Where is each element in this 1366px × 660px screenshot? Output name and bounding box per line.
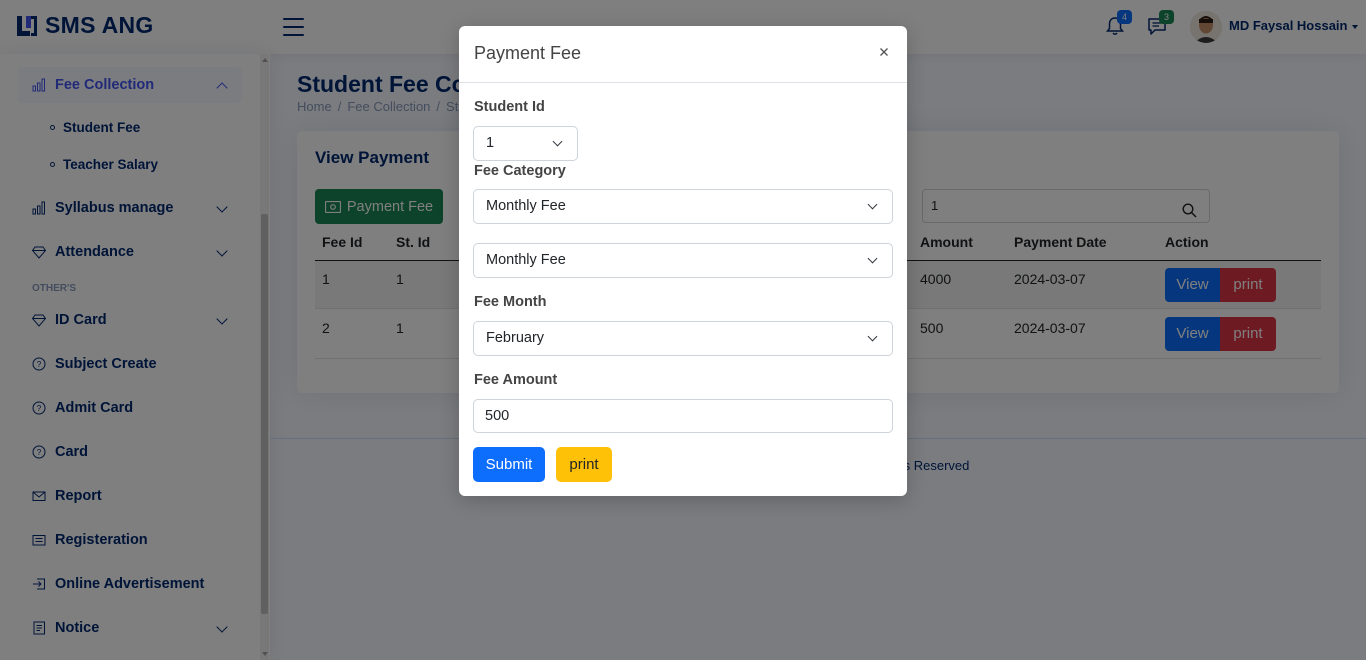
fee-type-select[interactable]: Monthly Fee	[473, 243, 893, 278]
fee-amount-label: Fee Amount	[474, 372, 558, 388]
close-icon[interactable]	[877, 44, 891, 58]
chevron-down-icon	[867, 331, 878, 342]
fee-month-value: February	[486, 330, 545, 346]
fee-category-label: Fee Category	[474, 163, 566, 179]
modal-header: Payment Fee	[459, 26, 907, 83]
fee-amount-input[interactable]: 500	[473, 399, 893, 433]
fee-amount-value: 500	[485, 408, 510, 424]
chevron-down-icon	[867, 253, 878, 264]
student-id-label: Student Id	[474, 99, 545, 115]
fee-type-value: Monthly Fee	[486, 252, 566, 268]
fee-month-label: Fee Month	[474, 294, 547, 310]
chevron-down-icon	[867, 199, 878, 210]
chevron-down-icon	[552, 136, 563, 147]
student-id-value: 1	[486, 135, 495, 151]
student-id-select[interactable]: 1	[473, 126, 578, 161]
modal-title: Payment Fee	[474, 43, 582, 63]
fee-category-select[interactable]: Monthly Fee	[473, 189, 893, 224]
submit-button[interactable]: Submit	[473, 447, 545, 482]
fee-month-select[interactable]: February	[473, 321, 893, 356]
fee-category-value: Monthly Fee	[486, 198, 566, 214]
payment-fee-modal: Payment Fee Student Id 1 Fee Category Mo…	[459, 26, 907, 496]
modal-print-button[interactable]: print	[556, 447, 612, 482]
